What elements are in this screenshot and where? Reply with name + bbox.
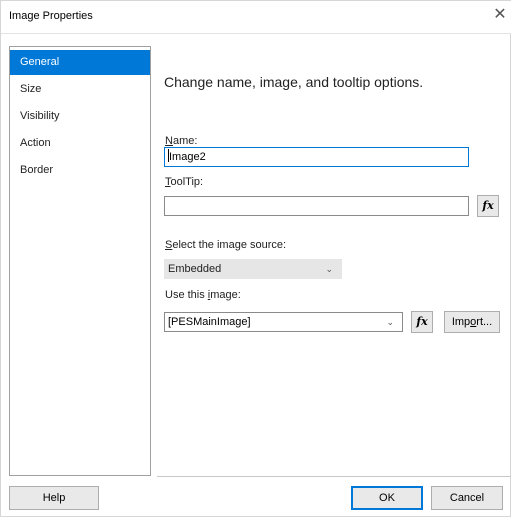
- tooltip-label: ToolTip:: [165, 176, 203, 188]
- use-image-label-pre: Use this: [165, 289, 208, 301]
- name-label: Name:: [165, 135, 197, 147]
- import-button[interactable]: Import...: [444, 311, 500, 333]
- name-field[interactable]: Image2: [164, 147, 469, 167]
- name-value: Image2: [169, 151, 206, 163]
- footer-separator: [157, 476, 511, 477]
- help-button[interactable]: Help: [9, 486, 99, 510]
- page-heading: Change name, image, and tooltip options.: [164, 74, 424, 90]
- source-label-rest: elect the image source:: [172, 239, 287, 251]
- name-label-rest: ame:: [172, 135, 198, 147]
- image-source-dropdown[interactable]: Embedded ⌄: [164, 259, 342, 279]
- title-bar: Image Properties ✕: [1, 1, 511, 33]
- cancel-button[interactable]: Cancel: [431, 486, 503, 510]
- image-select-dropdown[interactable]: [PESMainImage] ⌄: [164, 312, 403, 332]
- name-label-accel: N: [165, 135, 173, 147]
- use-image-label-rest: mage:: [210, 289, 241, 301]
- nav-item-general[interactable]: General: [10, 50, 150, 75]
- use-image-label: Use this image:: [165, 289, 241, 301]
- image-properties-dialog: Image Properties ✕ General Size Visibili…: [0, 0, 511, 517]
- image-source-value: Embedded: [168, 263, 222, 275]
- close-icon[interactable]: ✕: [488, 4, 511, 28]
- ok-button[interactable]: OK: [351, 486, 423, 510]
- image-select-value: [PESMainImage]: [168, 316, 251, 328]
- tooltip-field[interactable]: [164, 196, 469, 216]
- window-title: Image Properties: [9, 10, 93, 22]
- source-label: Select the image source:: [165, 239, 286, 251]
- function-icon: fx: [482, 199, 494, 212]
- nav-item-border[interactable]: Border: [10, 158, 150, 183]
- nav-item-size[interactable]: Size: [10, 77, 150, 102]
- import-label-pre: Imp: [451, 316, 471, 328]
- tooltip-fx-button[interactable]: fx: [477, 195, 499, 217]
- function-icon: fx: [416, 315, 428, 328]
- tooltip-label-rest: oolTip:: [170, 176, 204, 188]
- image-fx-button[interactable]: fx: [411, 311, 433, 333]
- import-label-rest: rt...: [476, 316, 493, 328]
- nav-list: General Size Visibility Action Border: [9, 46, 151, 476]
- nav-item-visibility[interactable]: Visibility: [10, 104, 150, 129]
- title-separator: [1, 33, 511, 34]
- nav-item-action[interactable]: Action: [10, 131, 150, 156]
- chevron-down-icon: ⌄: [386, 317, 394, 327]
- chevron-down-icon: ⌄: [325, 264, 333, 274]
